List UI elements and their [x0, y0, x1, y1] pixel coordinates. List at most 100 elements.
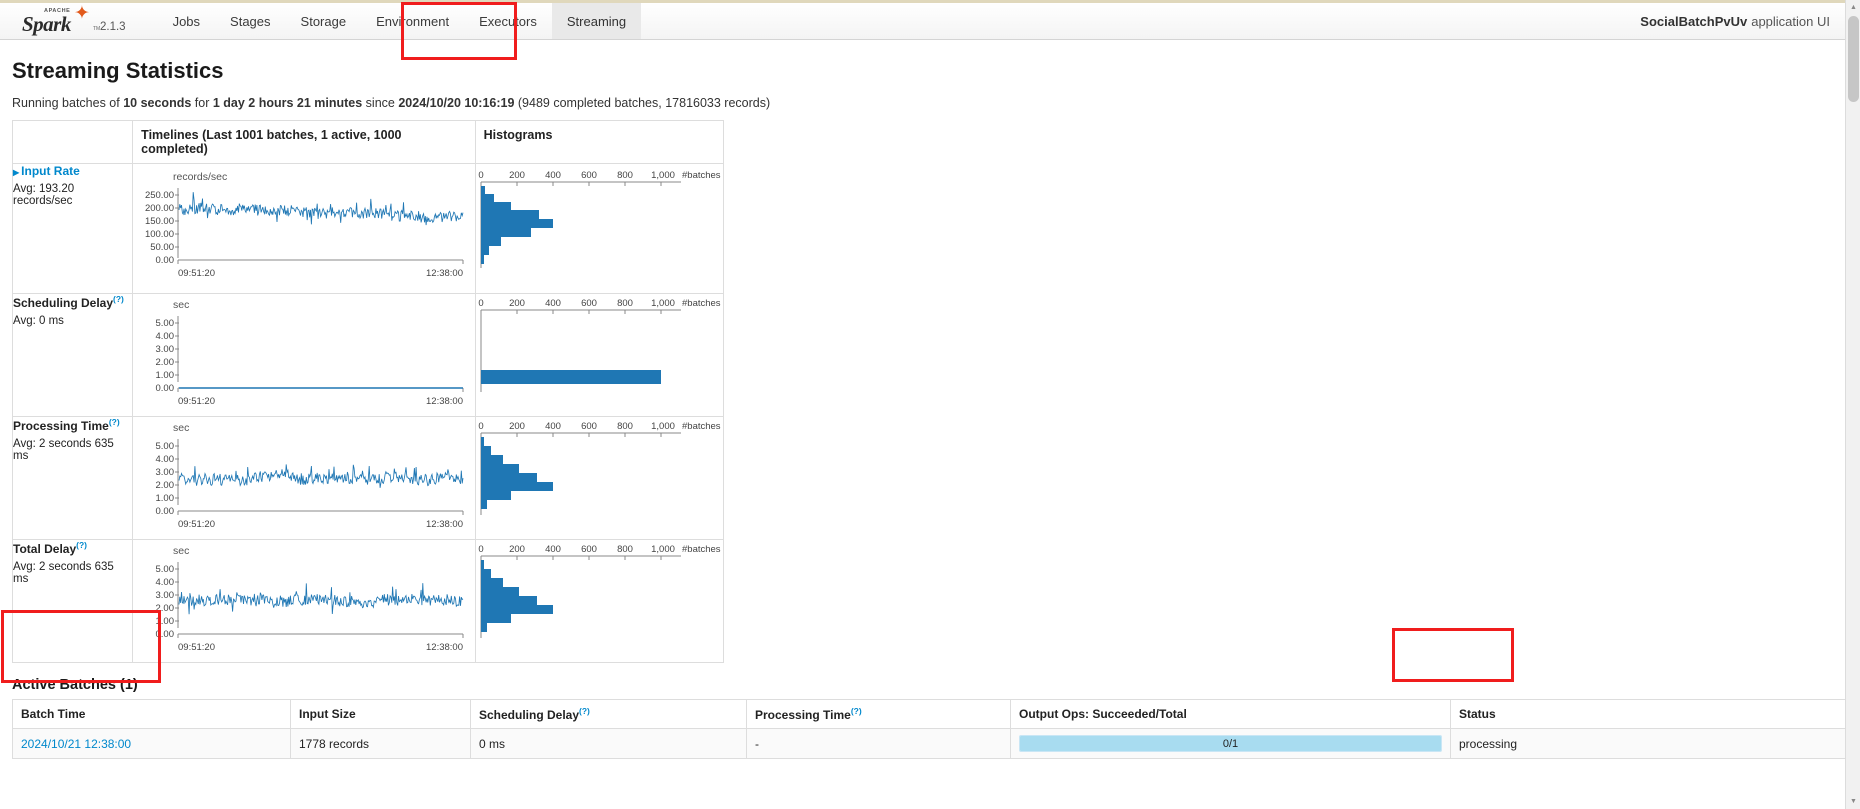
spark-wordmark: Spark — [22, 12, 71, 36]
help-icon[interactable]: (?) — [109, 417, 120, 427]
svg-text:0.00: 0.00 — [156, 255, 175, 266]
total-hist-unit: #batches — [682, 544, 721, 555]
histogram-bars-total-delay — [480, 560, 553, 632]
help-icon[interactable]: (?) — [76, 540, 87, 550]
total-delay-timeline-cell[interactable]: sec 5.00 4.00 3.00 2.00 1.00 0.00 09:51:… — [132, 539, 476, 663]
svg-text:4.00: 4.00 — [156, 577, 175, 588]
stats-row-input-rate: ▶ Input Rate Avg: 193.20 records/sec reco… — [11, 163, 725, 294]
stats-header-row: Timelines (Last 1001 batches, 1 active, … — [11, 120, 725, 164]
table-row: 2024/10/21 12:38:00 1778 records 0 ms - … — [12, 728, 1847, 759]
scheduling-delay-timeline-chart: sec 5.00 4.00 3.00 2.00 1.00 0.00 09:51:… — [156, 299, 464, 407]
svg-text:1.00: 1.00 — [156, 616, 175, 627]
nav-items: Jobs Stages Storage Environment Executor… — [158, 3, 642, 39]
batch-time-link[interactable]: 2024/10/21 12:38:00 — [21, 737, 131, 751]
svg-text:2.00: 2.00 — [156, 603, 175, 614]
processing-time-histogram-chart: 0 200 400 600 800 1,000 #batches — [478, 421, 720, 515]
cell-output-ops: 0/1 — [1010, 728, 1451, 759]
total-delay-avg: Avg: 2 seconds 635 ms — [13, 561, 114, 585]
spark-star-icon: ✦ — [74, 3, 90, 24]
nav-item-storage[interactable]: Storage — [286, 3, 362, 39]
help-icon[interactable]: (?) — [579, 706, 590, 716]
help-icon[interactable]: (?) — [851, 706, 862, 716]
col-header-batch-time[interactable]: Batch Time — [12, 699, 291, 729]
scheduling-delay-timeline-cell[interactable]: sec 5.00 4.00 3.00 2.00 1.00 0.00 09:51:… — [132, 293, 476, 417]
expand-arrow-icon: ▶ — [13, 168, 20, 177]
top-navbar: APACHE Spark ✦ TM 2.1.3 Jobs Stages Stor… — [0, 0, 1860, 40]
scheduling-delay-histogram-cell[interactable]: 0 200 400 600 800 1,000 #batches — [474, 293, 725, 417]
scheduling-delay-avg: Avg: 0 ms — [13, 315, 64, 327]
input-rate-x-start: 09:51:20 — [178, 268, 215, 279]
output-ops-progress-bar: 0/1 — [1019, 735, 1442, 752]
svg-text:0.00: 0.00 — [156, 383, 175, 394]
input-rate-histogram-cell[interactable]: 0 200 400 600 800 1,000 #batches — [474, 163, 725, 294]
col-header-scheduling-delay[interactable]: Scheduling Delay(?) — [470, 699, 747, 729]
svg-text:3.00: 3.00 — [156, 344, 175, 355]
summary-prefix: Running batches of — [12, 96, 124, 110]
nav-item-executors[interactable]: Executors — [464, 3, 552, 39]
processing-time-histogram-cell[interactable]: 0 200 400 600 800 1,000 #batches — [474, 416, 725, 540]
col-header-input-size[interactable]: Input Size — [290, 699, 471, 729]
svg-text:600: 600 — [581, 544, 597, 555]
application-name: SocialBatchPvUv — [1640, 13, 1748, 29]
svg-text:0: 0 — [478, 298, 483, 309]
start-time-value: 2024/10/20 10:16:19 — [398, 96, 515, 110]
svg-text:400: 400 — [545, 544, 561, 555]
cell-status: processing — [1450, 728, 1847, 759]
total-delay-histogram-chart: 0 200 400 600 800 1,000 #batches — [478, 544, 721, 638]
svg-text:600: 600 — [581, 298, 597, 309]
scheduling-delay-name-wrap: Scheduling Delay(?) — [13, 294, 132, 310]
stats-row-scheduling-delay: Scheduling Delay(?) Avg: 0 ms sec 5.00 4… — [11, 293, 725, 417]
cell-scheduling-delay: 0 ms — [470, 728, 747, 759]
active-batches-header-row: Batch Time Input Size Scheduling Delay(?… — [12, 699, 1847, 729]
col-header-status[interactable]: Status — [1450, 699, 1847, 729]
stats-header-blank — [11, 120, 134, 164]
spark-logo-link[interactable]: APACHE Spark ✦ TM 2.1.3 — [0, 3, 136, 39]
application-title: SocialBatchPvUv application UI — [1640, 3, 1860, 39]
application-ui-suffix: application UI — [1751, 13, 1830, 29]
stats-header-histograms: Histograms — [474, 120, 725, 164]
processing-time-unit-label: sec — [173, 422, 189, 434]
streaming-summary-text: Running batches of 10 seconds for 1 day … — [12, 96, 1848, 110]
summary-mid2: since — [362, 96, 399, 110]
svg-text:3.00: 3.00 — [156, 467, 175, 478]
svg-text:400: 400 — [545, 298, 561, 309]
scrollbar-thumb[interactable] — [1848, 16, 1859, 102]
input-rate-unit-label: records/sec — [173, 171, 227, 183]
input-rate-timeline-cell[interactable]: records/sec 250.00 200.00 150.00 100.00 … — [132, 163, 476, 294]
input-rate-toggle[interactable]: ▶ Input Rate — [13, 164, 132, 178]
input-rate-avg: Avg: 193.20 records/sec — [13, 183, 75, 207]
svg-text:0: 0 — [478, 170, 483, 181]
processing-time-x-start: 09:51:20 — [178, 519, 215, 530]
svg-text:1.00: 1.00 — [156, 493, 175, 504]
cell-batch-time: 2024/10/21 12:38:00 — [12, 728, 291, 759]
svg-text:250.00: 250.00 — [145, 190, 174, 201]
col-header-output-ops[interactable]: Output Ops: Succeeded/Total — [1010, 699, 1451, 729]
active-batches-table: Batch Time Input Size Scheduling Delay(?… — [12, 699, 1847, 759]
svg-text:1,000: 1,000 — [651, 298, 675, 309]
total-delay-name-wrap: Total Delay(?) — [13, 540, 132, 556]
processing-time-timeline-cell[interactable]: sec 5.00 4.00 3.00 2.00 1.00 0.00 09:51:… — [132, 416, 476, 540]
scheduling-delay-histogram-chart: 0 200 400 600 800 1,000 #batches — [478, 298, 720, 392]
processing-time-name-wrap: Processing Time(?) — [13, 417, 132, 433]
stats-row-processing-time: Processing Time(?) Avg: 2 seconds 635 ms… — [11, 416, 725, 540]
nav-item-environment[interactable]: Environment — [361, 3, 464, 39]
total-delay-x-start: 09:51:20 — [178, 642, 215, 653]
nav-item-jobs[interactable]: Jobs — [158, 3, 215, 39]
total-delay-histogram-cell[interactable]: 0 200 400 600 800 1,000 #batches — [474, 539, 725, 663]
scroll-down-icon[interactable]: ▼ — [1846, 794, 1860, 809]
svg-text:2.00: 2.00 — [156, 357, 175, 368]
spark-version-label: 2.1.3 — [100, 21, 126, 33]
nav-item-stages[interactable]: Stages — [215, 3, 285, 39]
svg-text:4.00: 4.00 — [156, 454, 175, 465]
nav-item-streaming[interactable]: Streaming — [551, 3, 642, 39]
histogram-bars-scheduling-delay — [480, 370, 661, 384]
scroll-up-icon[interactable]: ▲ — [1846, 0, 1860, 15]
svg-text:1,000: 1,000 — [651, 544, 675, 555]
svg-text:200: 200 — [509, 298, 525, 309]
col-header-processing-time[interactable]: Processing Time(?) — [746, 699, 1011, 729]
page-title: Streaming Statistics — [12, 58, 224, 83]
help-icon[interactable]: (?) — [113, 294, 124, 304]
stats-row-total-delay: Total Delay(?) Avg: 2 seconds 635 ms sec… — [11, 539, 725, 663]
svg-text:100.00: 100.00 — [145, 229, 174, 240]
page-scrollbar[interactable]: ▲ ▼ — [1845, 0, 1860, 809]
